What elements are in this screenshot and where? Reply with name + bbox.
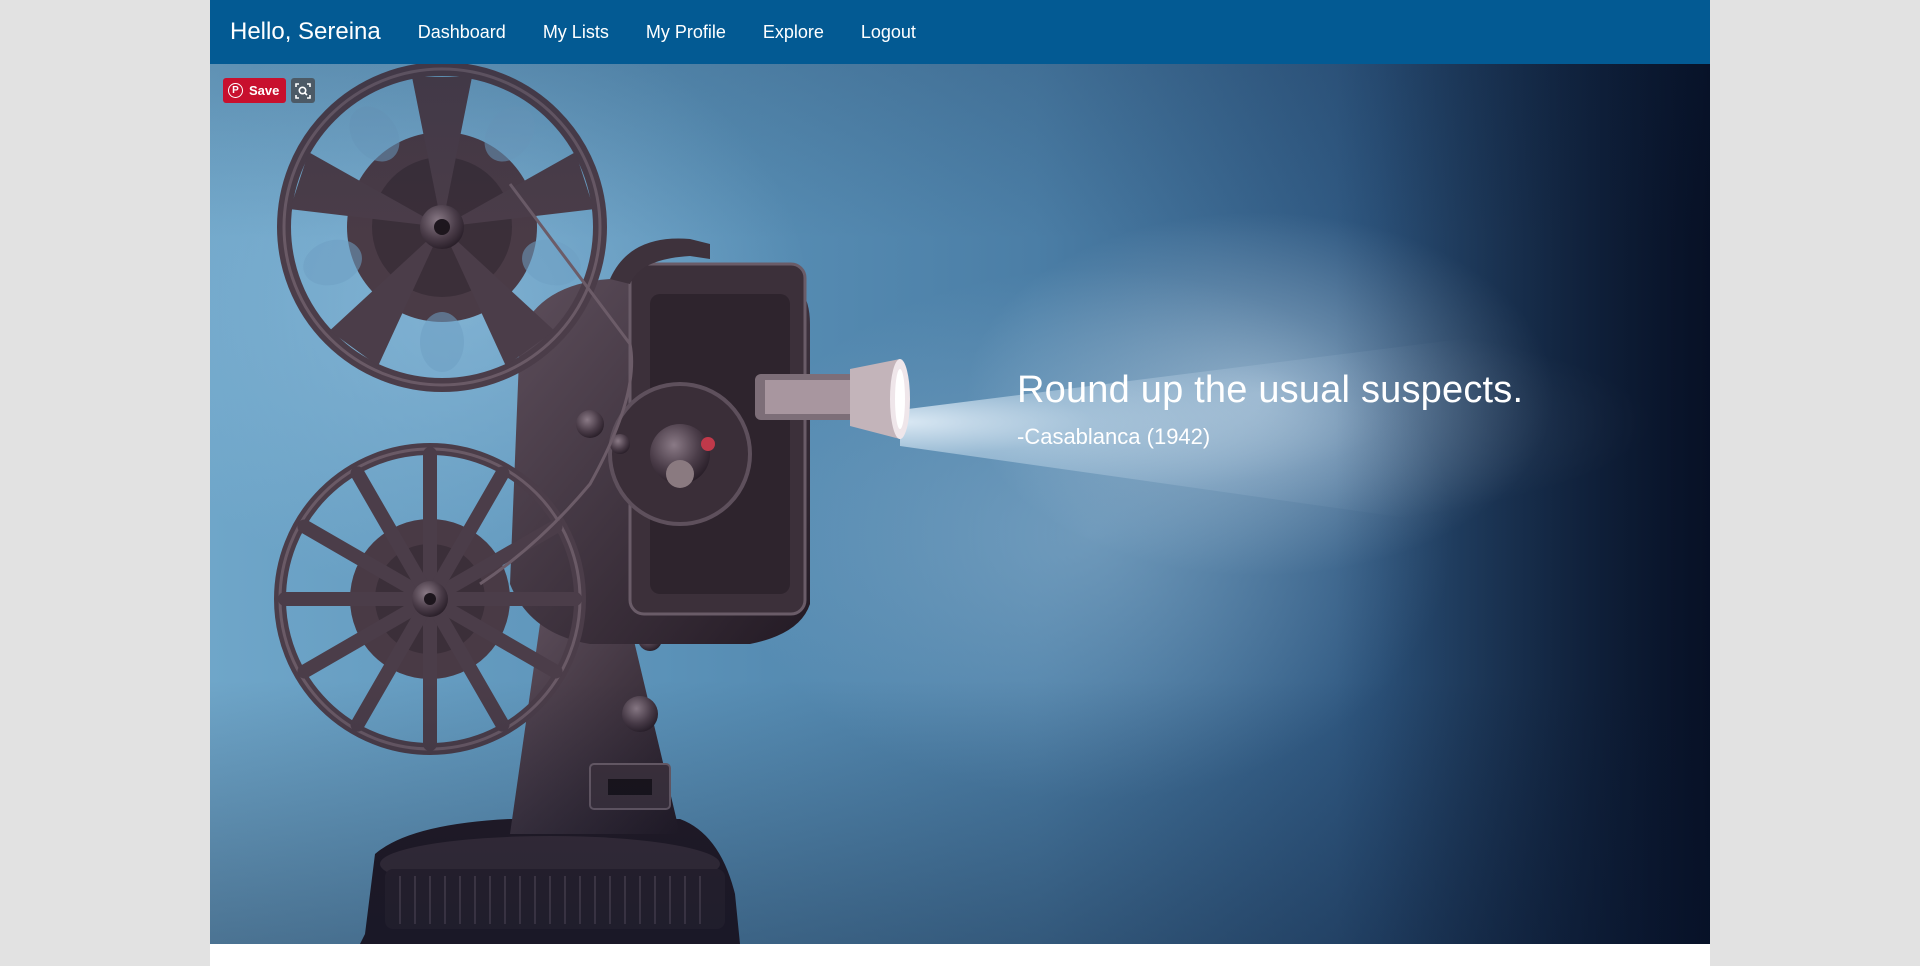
quote-block: Round up the usual suspects. -Casablanca… bbox=[1017, 369, 1523, 450]
nav-link-explore[interactable]: Explore bbox=[763, 22, 824, 43]
pinterest-save-label: Save bbox=[249, 83, 280, 98]
nav-link-logout[interactable]: Logout bbox=[861, 22, 916, 43]
nav-link-dashboard[interactable]: Dashboard bbox=[418, 22, 506, 43]
nav-link-my-profile[interactable]: My Profile bbox=[646, 22, 726, 43]
hero-vignette bbox=[210, 64, 1710, 944]
pinterest-save-button[interactable]: P Save bbox=[223, 78, 286, 103]
hero-banner: Round up the usual suspects. -Casablanca… bbox=[210, 64, 1710, 944]
quote-source: -Casablanca (1942) bbox=[1017, 424, 1211, 449]
page: Hello, Sereina Dashboard My Lists My Pro… bbox=[210, 0, 1710, 966]
visual-search-icon bbox=[295, 82, 311, 99]
greeting-brand[interactable]: Hello, Sereina bbox=[230, 18, 381, 46]
visual-search-button[interactable] bbox=[291, 78, 315, 103]
movie-quote: Round up the usual suspects. bbox=[1017, 369, 1524, 411]
pinterest-logo-icon: P bbox=[228, 83, 243, 98]
nav-link-my-lists[interactable]: My Lists bbox=[543, 22, 609, 43]
top-navbar: Hello, Sereina Dashboard My Lists My Pro… bbox=[210, 0, 1710, 64]
